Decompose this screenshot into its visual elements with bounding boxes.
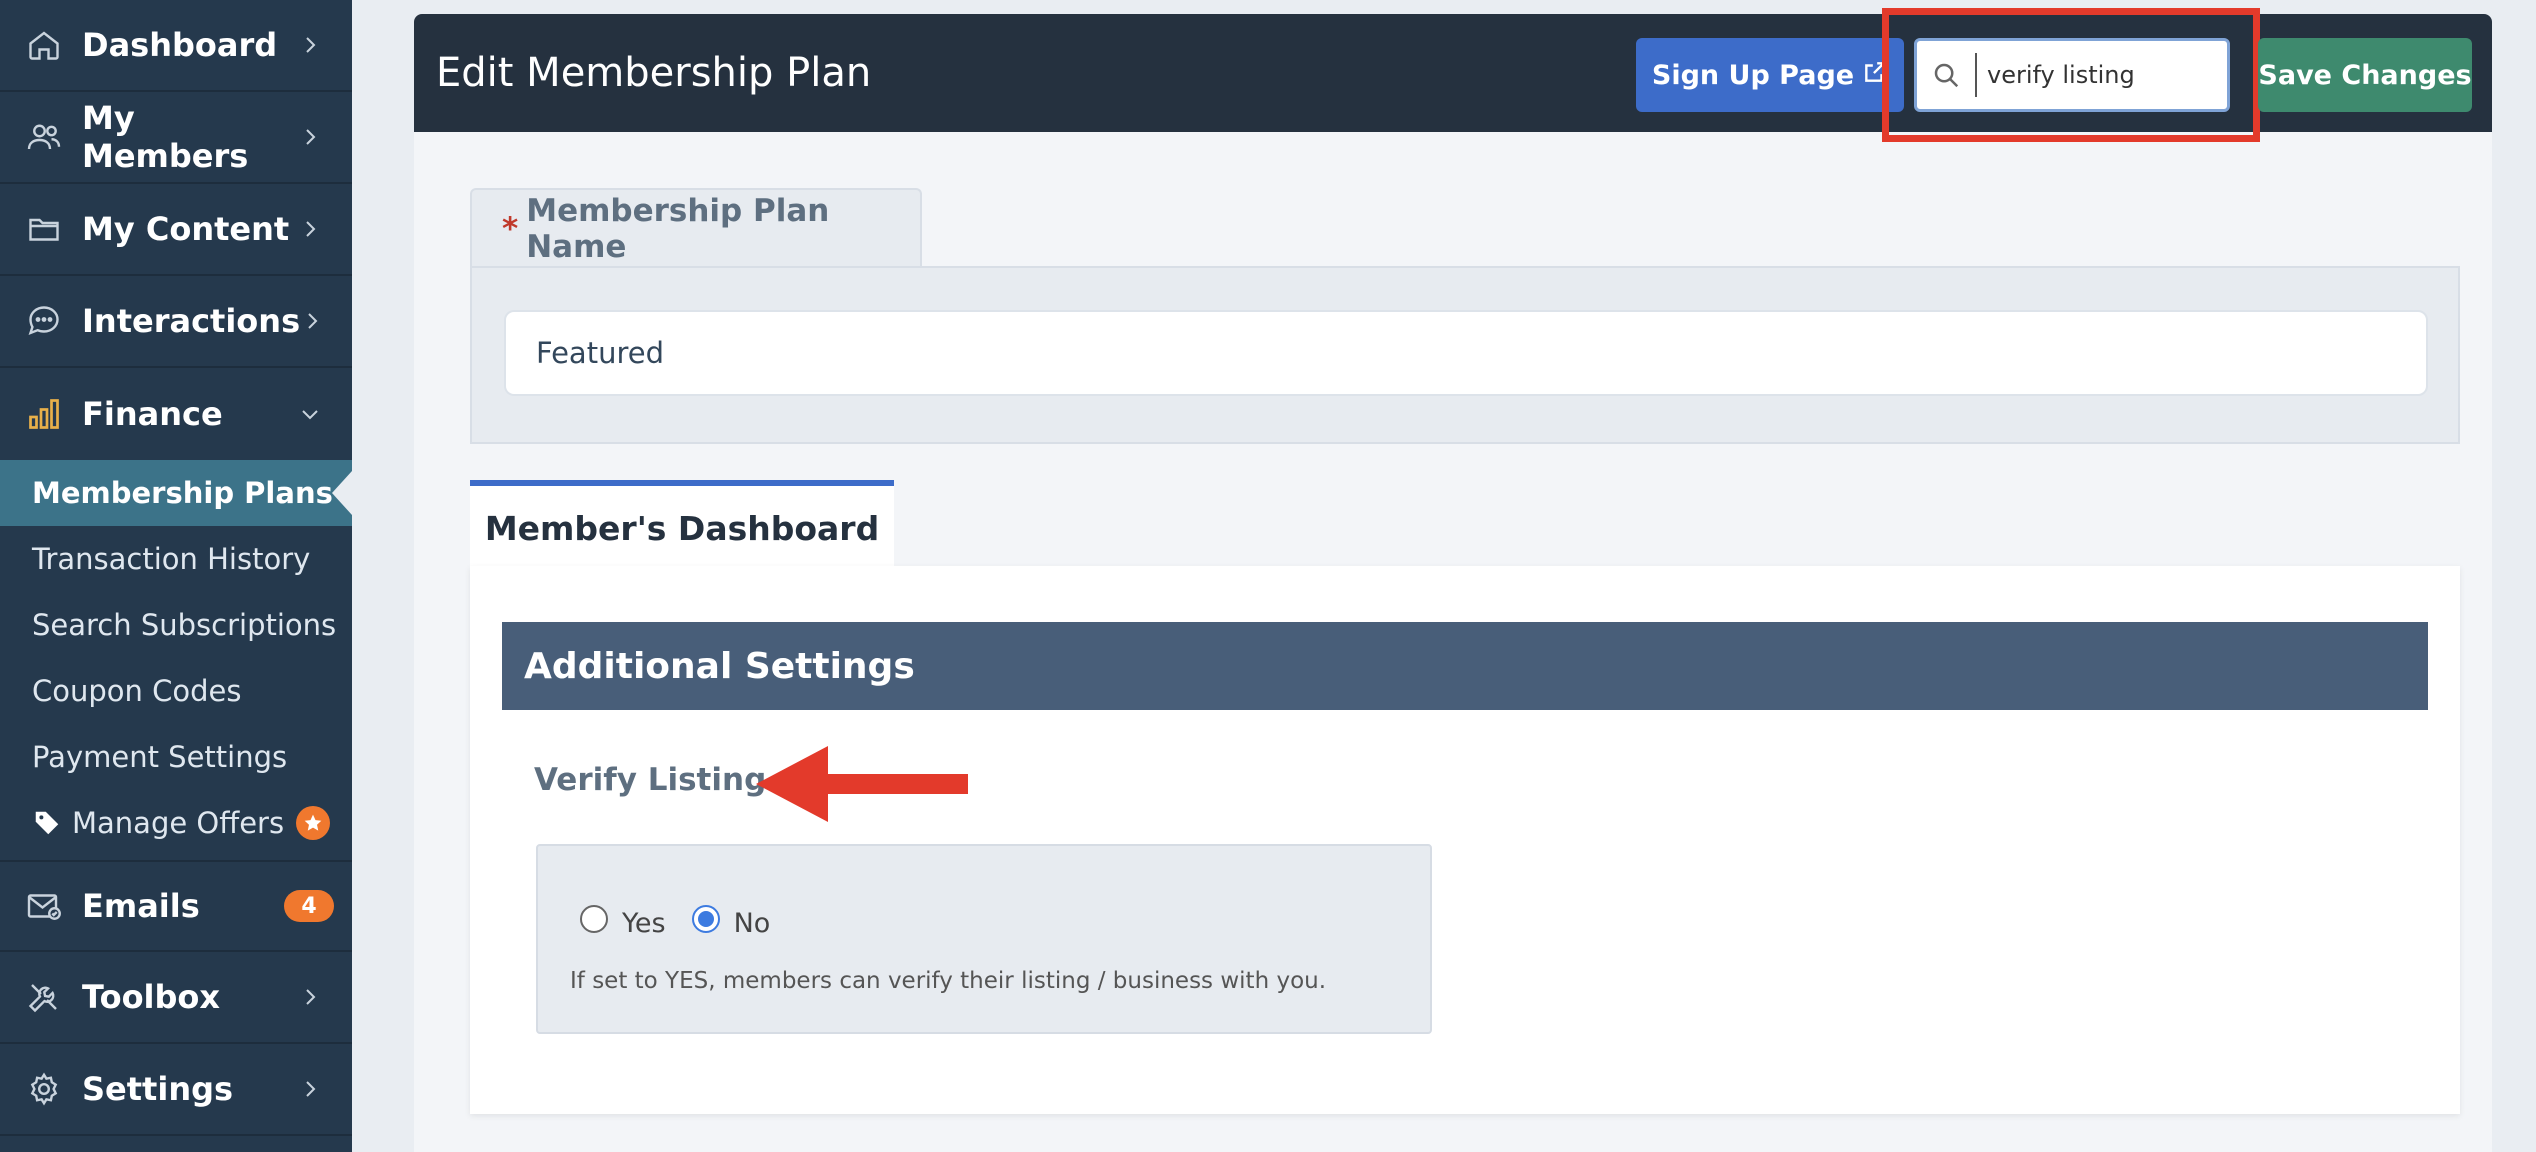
settings-search-box[interactable]: [1914, 38, 2230, 112]
finance-submenu: Membership Plans Transaction History Sea…: [0, 460, 352, 860]
radio-yes[interactable]: [580, 904, 608, 933]
bar-chart-icon: [24, 394, 64, 434]
gear-icon: [24, 1069, 64, 1109]
section-header: Additional Settings: [502, 622, 2428, 710]
radio-no-label: No: [733, 908, 771, 939]
chevron-right-icon: [298, 217, 322, 241]
sidebar-item-label: Manage Offers: [72, 806, 285, 840]
required-mark: *: [502, 211, 519, 247]
sidebar-item-transaction-history[interactable]: Transaction History: [0, 526, 352, 592]
radio-group: Yes No: [580, 898, 778, 939]
header-bar: Edit Membership Plan Sign Up Page Save C…: [414, 8, 2492, 142]
sidebar-item-payment-settings[interactable]: Payment Settings: [0, 724, 352, 790]
save-changes-button[interactable]: Save Changes: [2258, 38, 2472, 112]
sidebar-item-label: My Members: [82, 99, 249, 175]
sidebar-item-label: Finance: [82, 395, 223, 433]
sidebar-item-my-members[interactable]: My Members: [0, 92, 352, 184]
verify-listing-options: Yes No If set to YES, members can verify…: [536, 844, 1432, 1034]
sidebar-item-toolbox[interactable]: Toolbox: [0, 952, 352, 1044]
plan-name-input[interactable]: [504, 310, 2428, 396]
tab-label: Member's Dashboard: [484, 508, 880, 548]
section-title: Additional Settings: [524, 645, 915, 687]
sign-up-page-button[interactable]: Sign Up Page: [1636, 38, 1904, 112]
radio-option-no[interactable]: No: [691, 898, 771, 939]
sidebar-item-label: Search Subscriptions: [32, 608, 337, 642]
radio-yes-label: Yes: [622, 908, 666, 939]
users-icon: [24, 117, 64, 157]
sidebar-item-label: My Content: [82, 210, 290, 248]
sidebar-item-settings[interactable]: Settings: [0, 1044, 352, 1136]
envelope-icon: [24, 886, 64, 926]
sidebar-item-membership-plans[interactable]: Membership Plans: [0, 460, 352, 526]
chevron-right-icon: [298, 125, 322, 149]
sidebar-item-my-content[interactable]: My Content: [0, 184, 352, 276]
radio-option-yes[interactable]: Yes: [580, 898, 666, 939]
folder-icon: [24, 209, 64, 249]
sidebar-item-label: Transaction History: [32, 542, 311, 576]
sidebar-item-manage-offers[interactable]: Manage Offers: [0, 790, 352, 856]
verify-listing-help: If set to YES, members can verify their …: [570, 968, 1327, 994]
sidebar: Dashboard My Members My Content Interact…: [0, 0, 352, 1152]
chevron-right-icon: [298, 985, 322, 1009]
chevron-down-icon: [298, 402, 322, 426]
plan-name-panel: [470, 266, 2460, 444]
sidebar-item-search-subscriptions[interactable]: Search Subscriptions: [0, 592, 352, 658]
email-count-badge: 4: [284, 890, 334, 922]
verify-listing-label: Verify Listing: [534, 762, 767, 798]
sidebar-item-finance[interactable]: Finance: [0, 368, 352, 460]
members-dashboard-panel: Additional Settings Verify Listing Yes N…: [470, 566, 2460, 1114]
sidebar-item-label: Membership Plans: [32, 476, 333, 510]
chat-icon: [24, 301, 64, 341]
arrow-left-icon: [756, 746, 968, 822]
save-changes-label: Save Changes: [2258, 59, 2472, 91]
main-content: Edit Membership Plan Sign Up Page Save C…: [414, 8, 2492, 1152]
tools-icon: [24, 977, 64, 1017]
sidebar-item-label: Dashboard: [82, 26, 278, 64]
tag-icon: [32, 808, 62, 838]
sidebar-item-label: Toolbox: [82, 978, 221, 1016]
tab-members-dashboard[interactable]: Member's Dashboard: [470, 480, 894, 570]
sidebar-item-emails[interactable]: Emails 4: [0, 860, 352, 952]
sidebar-item-dashboard[interactable]: Dashboard: [0, 0, 352, 92]
chevron-right-icon: [300, 309, 324, 333]
star-icon: [296, 806, 330, 840]
chevron-right-icon: [298, 33, 322, 57]
sidebar-item-coupon-codes[interactable]: Coupon Codes: [0, 658, 352, 724]
home-icon: [24, 25, 64, 65]
sidebar-item-label: Payment Settings: [32, 740, 288, 774]
plan-name-label: Membership Plan Name: [526, 193, 830, 265]
radio-no[interactable]: [691, 904, 720, 933]
sidebar-item-label: Coupon Codes: [32, 674, 242, 708]
sidebar-item-label: Interactions: [82, 302, 301, 340]
sidebar-item-interactions[interactable]: Interactions: [0, 276, 352, 368]
search-input[interactable]: [1977, 61, 2217, 89]
search-icon: [1917, 53, 1977, 97]
sidebar-item-label: Settings: [82, 1070, 234, 1108]
sign-up-page-label: Sign Up Page: [1651, 59, 1855, 91]
chevron-right-icon: [298, 1077, 322, 1101]
plan-name-tab: * Membership Plan Name: [470, 188, 922, 268]
